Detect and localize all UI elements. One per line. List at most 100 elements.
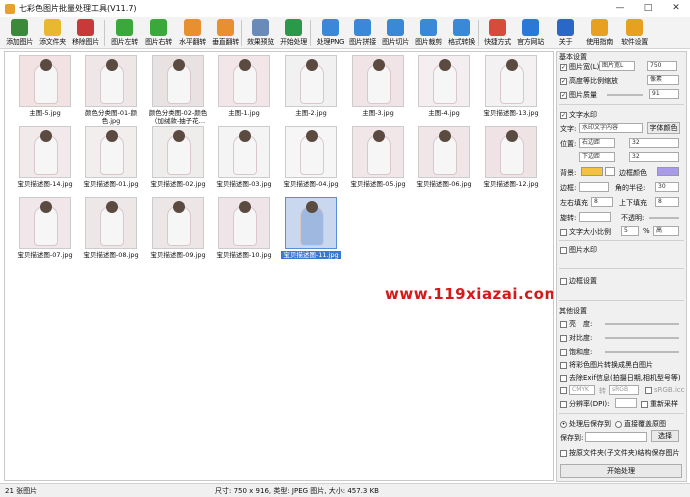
minimize-button[interactable]: —: [606, 0, 634, 17]
image-width-input[interactable]: 750: [647, 61, 677, 71]
close-button[interactable]: ✕: [662, 0, 690, 17]
image-thumbnail[interactable]: 主图-2.jpg: [281, 55, 341, 117]
watermark-text-input[interactable]: 水印文字内容: [579, 123, 643, 133]
keep-structure-checkbox[interactable]: [560, 449, 567, 457]
contrast-checkbox[interactable]: [560, 334, 567, 342]
image-thumbnail[interactable]: 主图-1.jpg: [214, 55, 274, 117]
toolbar-button-slice[interactable]: 图片切片: [379, 17, 412, 49]
position-y-input[interactable]: 32: [629, 152, 679, 162]
image-thumbnail[interactable]: 宝贝描述图-14.jpg: [15, 126, 75, 188]
toolbar-button-website[interactable]: 官方网站: [514, 17, 547, 49]
toolbar-button-stitch[interactable]: 图片拼接: [346, 17, 379, 49]
image-thumbnail[interactable]: 宝贝描述图-05.jpg: [348, 126, 408, 188]
image-list-panel[interactable]: www.119xiazai.com 主图-5.jpg 颜色分类图-01-颜色.jp…: [4, 51, 554, 481]
background-color-toggle[interactable]: [605, 167, 615, 176]
flip-horizontal-icon: [184, 19, 201, 36]
dpi-input[interactable]: [615, 398, 637, 408]
image-thumbnail[interactable]: 主图-5.jpg: [15, 55, 75, 117]
border-color-swatch[interactable]: [657, 167, 679, 176]
toolbar-button-convert[interactable]: 格式转换: [445, 17, 478, 49]
toolbar-button-about[interactable]: 关于: [549, 17, 582, 49]
image-thumbnail[interactable]: 宝贝描述图-03.jpg: [214, 126, 274, 188]
opacity-slider[interactable]: [649, 217, 679, 219]
size-base-select[interactable]: 高: [653, 226, 679, 236]
toolbar-button-add-image[interactable]: 添加图片: [3, 17, 36, 49]
toolbar-button-settings[interactable]: 软件设置: [618, 17, 651, 49]
text-watermark-checkbox[interactable]: ✓: [560, 111, 567, 119]
keep-ratio-row: ✓ 高度等比例缩放: [560, 76, 618, 86]
border-width-select[interactable]: [579, 182, 609, 192]
saturation-checkbox[interactable]: [560, 348, 567, 356]
image-thumbnail[interactable]: 宝贝描述图-06.jpg: [414, 126, 474, 188]
position-select-2[interactable]: 下边距: [579, 152, 615, 162]
image-thumbnail[interactable]: 宝贝描述图-07.jpg: [15, 197, 75, 259]
margin-tb-input[interactable]: 8: [655, 197, 679, 207]
border-settings-checkbox[interactable]: [560, 277, 567, 285]
source-profile-select[interactable]: CMYK: [569, 385, 595, 395]
position-x-input[interactable]: 32: [629, 138, 679, 148]
toolbar-button-rotate-right[interactable]: 图片右转: [142, 17, 175, 49]
toolbar-button-flip-vertical[interactable]: 垂直翻转: [209, 17, 242, 49]
image-thumbnail[interactable]: 宝贝描述图-10.jpg: [214, 197, 274, 259]
image-width-checkbox[interactable]: ✓: [560, 63, 567, 71]
toolbar-button-start-process[interactable]: 开始处理: [277, 17, 310, 49]
toolbar-button-crop[interactable]: 图片裁剪: [412, 17, 445, 49]
icc-checkbox[interactable]: [645, 386, 652, 394]
toolbar-button-remove-image[interactable]: 移除图片: [69, 17, 102, 49]
save-path-input[interactable]: [585, 432, 647, 442]
image-thumbnail[interactable]: 宝贝描述图-13.jpg: [481, 55, 541, 117]
toolbar-button-flip-horizontal[interactable]: 水平翻转: [176, 17, 209, 49]
corner-radius-input[interactable]: 30: [655, 182, 679, 192]
image-thumbnail[interactable]: 主图-3.jpg: [348, 55, 408, 117]
image-width-select[interactable]: 图片宽L: [599, 61, 635, 71]
image-thumbnail[interactable]: 宝贝描述图-11.jpg: [281, 197, 341, 259]
font-color-button[interactable]: 字体颜色: [647, 122, 680, 134]
thumbnail-caption: 宝贝描述图-01.jpg: [83, 180, 139, 188]
divider: [559, 300, 684, 301]
quality-value[interactable]: 91: [649, 89, 679, 99]
color-profile-checkbox[interactable]: [560, 386, 567, 394]
toolbar-button-preview[interactable]: 效果预览: [244, 17, 277, 49]
thumbnail-figure-head: [106, 201, 118, 213]
target-profile-select[interactable]: sRGB: [609, 385, 639, 395]
thumbnail-figure-head: [239, 130, 251, 142]
image-thumbnail[interactable]: 颜色分类图-02-颜色（加绒款-抽子花…: [148, 55, 208, 125]
image-thumbnail[interactable]: 颜色分类图-01-颜色.jpg: [81, 55, 141, 125]
overwrite-radio[interactable]: [615, 420, 622, 428]
resample-checkbox[interactable]: [641, 400, 648, 408]
toolbar-button-guide[interactable]: 使用指南: [583, 17, 616, 49]
brightness-checkbox[interactable]: [560, 320, 567, 328]
image-thumbnail[interactable]: 主图-4.jpg: [414, 55, 474, 117]
size-ratio-checkbox[interactable]: [560, 228, 567, 236]
toolbar-button-rotate-left[interactable]: 图片左转: [108, 17, 141, 49]
ratio-unit-select[interactable]: 像素: [647, 75, 679, 85]
image-thumbnail[interactable]: 宝贝描述图-12.jpg: [481, 126, 541, 188]
saturation-slider[interactable]: [605, 351, 679, 353]
brightness-slider[interactable]: [605, 323, 679, 325]
dpi-checkbox[interactable]: [560, 400, 567, 408]
image-thumbnail[interactable]: 宝贝描述图-02.jpg: [148, 126, 208, 188]
size-ratio-input[interactable]: 5: [621, 226, 639, 236]
rotate-select[interactable]: [579, 212, 611, 222]
contrast-slider[interactable]: [605, 337, 679, 339]
toolbar-button-shortcut[interactable]: 快捷方式: [481, 17, 514, 49]
keep-ratio-checkbox[interactable]: ✓: [560, 77, 567, 85]
toolbar-button-add-folder[interactable]: 添文件夹: [36, 17, 69, 49]
quality-checkbox[interactable]: ✓: [560, 91, 567, 99]
image-thumbnail[interactable]: 宝贝描述图-04.jpg: [281, 126, 341, 188]
position-select[interactable]: 右边距: [579, 138, 615, 148]
browse-button[interactable]: 选择: [651, 430, 679, 442]
to-bw-checkbox[interactable]: [560, 361, 567, 369]
start-process-button[interactable]: 开始处理: [560, 464, 682, 478]
image-thumbnail[interactable]: 宝贝描述图-09.jpg: [148, 197, 208, 259]
maximize-button[interactable]: □: [634, 0, 662, 17]
quality-slider[interactable]: [607, 94, 643, 96]
image-thumbnail[interactable]: 宝贝描述图-01.jpg: [81, 126, 141, 188]
margin-lr-input[interactable]: 8: [591, 197, 613, 207]
toolbar-button-png[interactable]: 处理PNG: [314, 17, 347, 49]
background-color-swatch[interactable]: [581, 167, 603, 176]
save-to-radio[interactable]: •: [560, 420, 567, 428]
image-watermark-checkbox[interactable]: [560, 246, 567, 254]
image-thumbnail[interactable]: 宝贝描述图-08.jpg: [81, 197, 141, 259]
exif-checkbox[interactable]: [560, 374, 567, 382]
